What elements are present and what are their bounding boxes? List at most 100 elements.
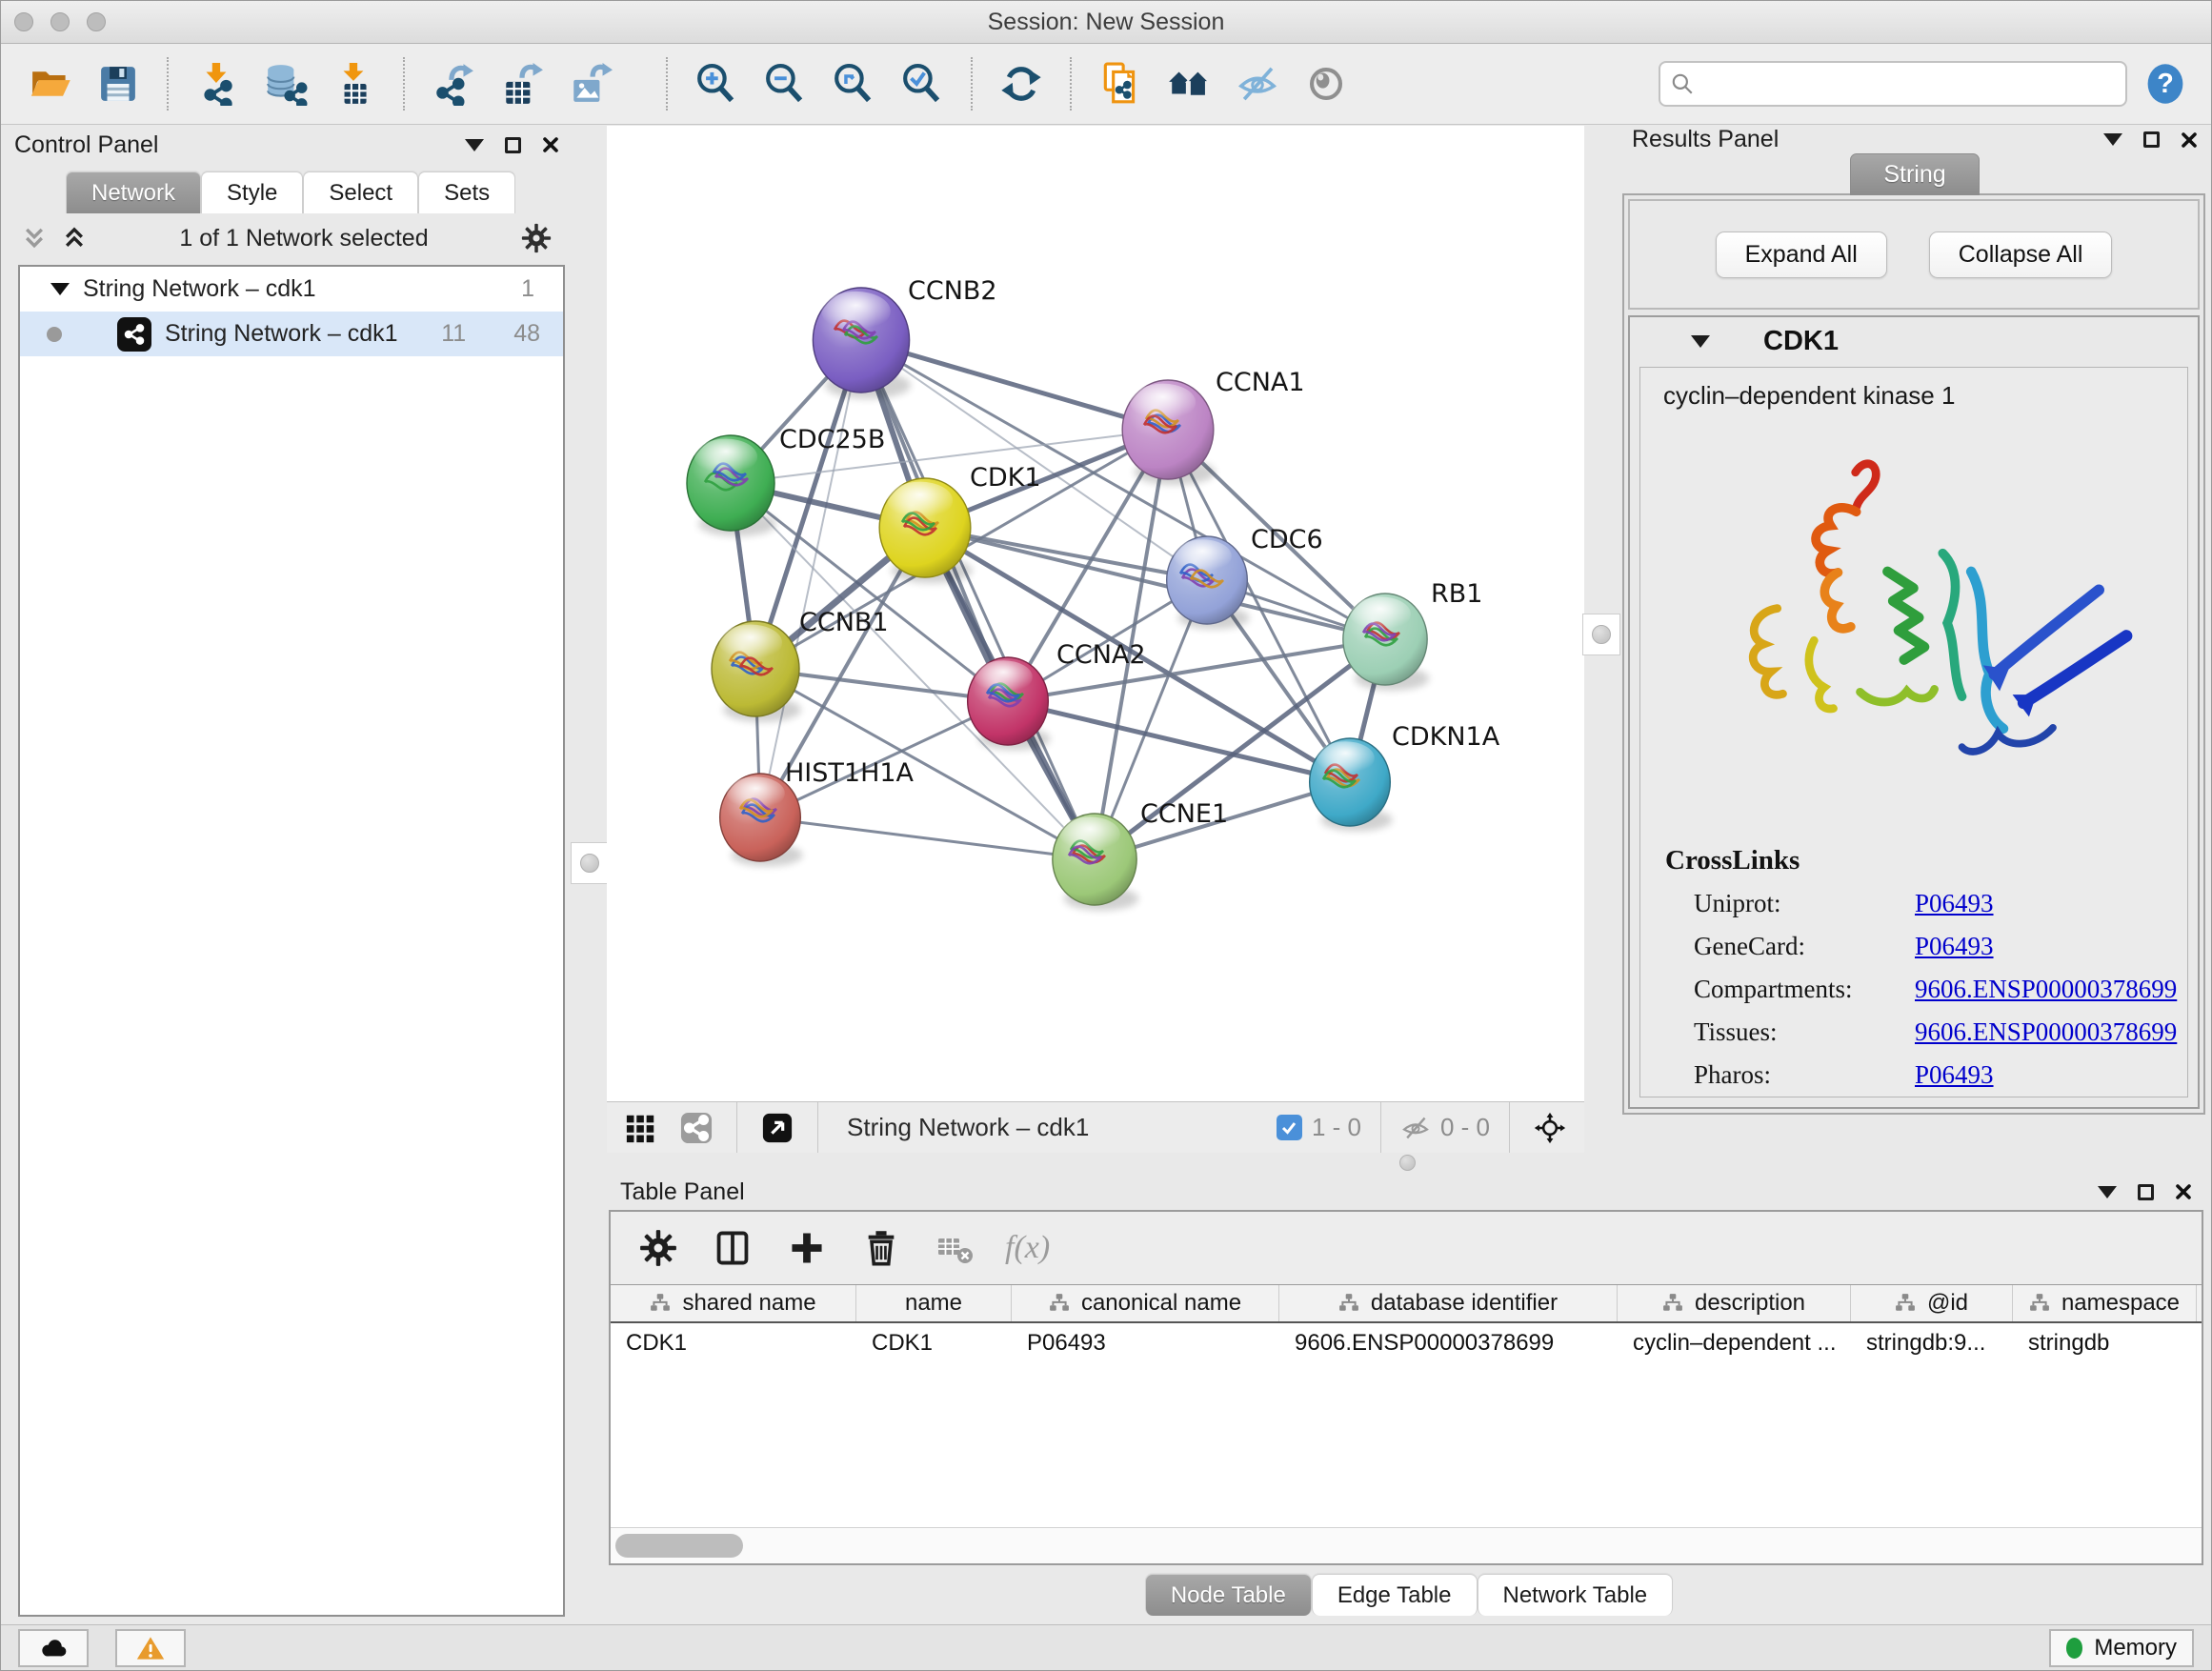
table-cell[interactable]: stringdb:9... (1851, 1330, 2013, 1357)
column-header-id[interactable]: @id (1851, 1285, 2013, 1321)
float-panel-button[interactable] (2103, 133, 2122, 146)
network-node-CDC6[interactable] (1167, 536, 1250, 630)
zoom-selected-button[interactable] (895, 56, 950, 111)
search-field[interactable] (1659, 61, 2127, 107)
detach-view-button[interactable] (756, 1107, 798, 1149)
close-panel-button[interactable] (2181, 131, 2198, 149)
select-columns-button[interactable] (708, 1223, 757, 1273)
tab-select[interactable]: Select (303, 171, 418, 213)
tab-node-table[interactable]: Node Table (1145, 1574, 1312, 1616)
genecard-link[interactable]: P06493 (1915, 932, 1994, 961)
column-header-name[interactable]: name (856, 1285, 1012, 1321)
tab-edge-table[interactable]: Edge Table (1312, 1574, 1478, 1616)
expand-all-button[interactable]: Expand All (1716, 232, 1887, 278)
save-session-button[interactable] (90, 56, 146, 111)
splitter-handle[interactable] (1592, 625, 1611, 644)
left-splitter[interactable] (573, 126, 607, 1624)
memory-button[interactable]: Memory (2049, 1629, 2194, 1667)
add-column-button[interactable] (782, 1223, 832, 1273)
collapse-all-chevron-icon[interactable] (22, 226, 47, 251)
float-panel-button[interactable] (2098, 1186, 2117, 1198)
right-splitter[interactable] (1584, 126, 1619, 1153)
import-network-database-button[interactable] (258, 56, 313, 111)
expand-all-chevron-icon[interactable] (62, 226, 87, 251)
copy-network-button[interactable] (1093, 56, 1148, 111)
network-row[interactable]: String Network – cdk1 11 48 (20, 312, 563, 356)
collapse-section-icon[interactable] (1691, 335, 1710, 348)
close-panel-button[interactable] (542, 136, 559, 153)
tab-network[interactable]: Network (66, 171, 201, 213)
compartments-link[interactable]: 9606.ENSP00000378699 (1915, 975, 2177, 1004)
float-panel-button[interactable] (465, 139, 484, 151)
table-cell[interactable]: cyclin–dependent ... (1618, 1330, 1851, 1357)
network-edge-HIST1H1A-CCNE1[interactable] (760, 817, 1095, 859)
export-network-button[interactable] (426, 56, 481, 111)
network-node-CCNB2[interactable] (813, 288, 911, 399)
hide-selected-button[interactable] (1230, 56, 1285, 111)
gear-icon[interactable] (521, 223, 552, 253)
column-header-canonical-name[interactable]: canonical name (1012, 1285, 1279, 1321)
table-row[interactable]: CDK1CDK1P064939606.ENSP00000378699cyclin… (611, 1323, 2202, 1363)
open-session-button[interactable] (22, 56, 77, 111)
table-cell[interactable]: stringdb (2013, 1330, 2197, 1357)
zoom-in-button[interactable] (689, 56, 744, 111)
network-node-CCNB1[interactable] (712, 621, 801, 722)
hidden-nodes-badge[interactable]: 0 - 0 (1400, 1113, 1490, 1143)
minimize-window-button[interactable] (50, 12, 70, 31)
tab-network-table[interactable]: Network Table (1478, 1574, 1674, 1616)
horizontal-scrollbar[interactable] (611, 1527, 2202, 1563)
scrollbar-thumb[interactable] (615, 1534, 743, 1558)
tab-style[interactable]: Style (201, 171, 303, 213)
network-list-view-button[interactable] (675, 1107, 717, 1149)
maximize-panel-button[interactable] (2138, 1184, 2154, 1200)
network-edge-CCNA2-CDKN1A[interactable] (1008, 701, 1350, 782)
help-button[interactable]: ? (2141, 56, 2190, 111)
network-node-CCNE1[interactable] (1053, 814, 1139, 911)
close-panel-button[interactable] (2175, 1183, 2192, 1200)
column-header-shared-name[interactable]: shared name (611, 1285, 856, 1321)
zoom-fit-button[interactable] (826, 56, 881, 111)
delete-column-button[interactable] (856, 1223, 906, 1273)
tab-sets[interactable]: Sets (418, 171, 515, 213)
tissues-link[interactable]: 9606.ENSP00000378699 (1915, 1017, 2177, 1047)
table-cell[interactable]: P06493 (1012, 1330, 1279, 1357)
close-window-button[interactable] (14, 12, 33, 31)
network-graph[interactable]: CCNB2CCNA1CDC25BCDK1CDC6RB1CCNB1CCNA2CDK… (607, 126, 1584, 1101)
delete-table-button[interactable] (931, 1223, 980, 1273)
pharos-link[interactable]: P06493 (1915, 1060, 1994, 1090)
import-table-file-button[interactable] (327, 56, 382, 111)
table-cell[interactable]: CDK1 (856, 1330, 1012, 1357)
warning-status-button[interactable] (115, 1629, 186, 1667)
maximize-panel-button[interactable] (505, 137, 521, 153)
grid-view-button[interactable] (620, 1107, 662, 1149)
maximize-window-button[interactable] (87, 12, 106, 31)
splitter-handle[interactable] (1399, 1155, 1416, 1171)
tab-string[interactable]: String (1850, 153, 1979, 195)
horizontal-splitter[interactable] (607, 1153, 2211, 1174)
function-builder-button[interactable]: f(x) (1005, 1230, 1050, 1266)
uniprot-link[interactable]: P06493 (1915, 889, 1994, 918)
search-input[interactable] (1702, 70, 2116, 97)
table-cell[interactable]: CDK1 (611, 1330, 856, 1357)
selected-nodes-badge[interactable]: 1 - 0 (1277, 1113, 1361, 1142)
show-all-button[interactable] (1298, 56, 1354, 111)
collapse-tree-icon[interactable] (50, 283, 70, 295)
network-edge-CCNB2-HIST1H1A[interactable] (760, 340, 861, 817)
table-cell[interactable]: 9606.ENSP00000378699 (1279, 1330, 1618, 1357)
splitter-handle[interactable] (580, 854, 599, 873)
column-header-database-identifier[interactable]: database identifier (1279, 1285, 1618, 1321)
network-canvas[interactable]: CCNB2CCNA1CDC25BCDK1CDC6RB1CCNB1CCNA2CDK… (607, 126, 1584, 1101)
network-node-CDC25B[interactable] (687, 435, 776, 536)
network-node-CCNA1[interactable] (1122, 380, 1215, 485)
network-node-RB1[interactable] (1343, 594, 1430, 691)
export-table-button[interactable] (494, 56, 550, 111)
column-header-description[interactable]: description (1618, 1285, 1851, 1321)
birds-eye-toggle-button[interactable] (1529, 1107, 1571, 1149)
gene-section-header[interactable]: CDK1 (1630, 317, 2198, 365)
table-settings-button[interactable] (633, 1223, 683, 1273)
network-node-CDKN1A[interactable] (1310, 738, 1393, 832)
network-node-CCNA2[interactable] (968, 657, 1051, 751)
network-collection-row[interactable]: String Network – cdk1 1 (20, 267, 563, 312)
export-image-button[interactable] (563, 56, 618, 111)
cloud-status-button[interactable] (18, 1629, 89, 1667)
